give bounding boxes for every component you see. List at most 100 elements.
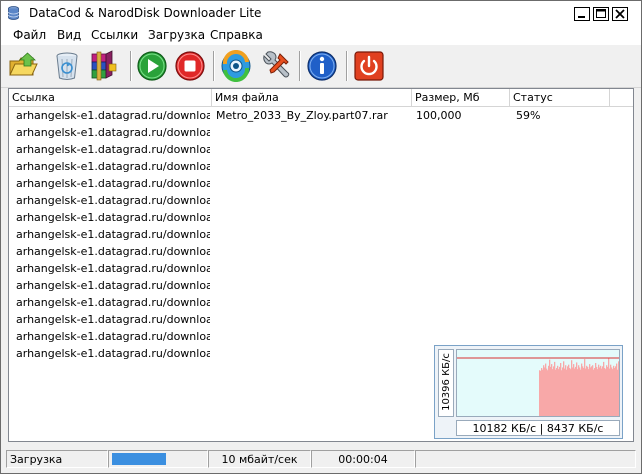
column-header-size[interactable]: Размер, Мб [412,89,510,106]
menu-download[interactable]: Загрузка [148,28,205,42]
cell-filename [216,311,410,328]
table-row[interactable]: arhangelsk-e1.datagrad.ru/download/... [9,226,633,243]
cell-filename [216,294,410,311]
cell-size [416,243,508,260]
toolbar-separator [299,51,301,81]
cell-link: arhangelsk-e1.datagrad.ru/download/... [16,347,210,360]
table-row[interactable]: arhangelsk-e1.datagrad.ru/download/... [9,158,633,175]
cell-link: arhangelsk-e1.datagrad.ru/download/... [16,177,210,190]
table-row[interactable]: arhangelsk-e1.datagrad.ru/download/... [9,209,633,226]
progress-bar [108,450,208,468]
cell-link: arhangelsk-e1.datagrad.ru/download/... [16,143,210,156]
table-row[interactable]: arhangelsk-e1.datagrad.ru/download/... [9,124,633,141]
open-button[interactable] [7,50,39,82]
cell-filename: Metro_2033_By_Zloy.part07.rar [216,109,388,122]
table-row[interactable]: arhangelsk-e1.datagrad.ru/download/... [9,260,633,277]
cell-filename [216,277,410,294]
speed-graph: 10396 КБ/с 10182 КБ/с | 8437 КБ/с [434,345,623,439]
minimize-icon [578,16,585,18]
cell-filename [216,226,410,243]
window-title: DataCod & NarodDisk Downloader Lite [29,6,262,20]
cell-link: arhangelsk-e1.datagrad.ru/download/... [16,228,210,241]
table-row[interactable]: arhangelsk-e1.datagrad.ru/download/... [9,175,633,192]
archive-button[interactable] [87,50,119,82]
maximize-icon [596,9,606,18]
settings-button[interactable] [260,50,292,82]
cell-link: arhangelsk-e1.datagrad.ru/download/... [16,194,210,207]
cell-status [516,226,608,243]
recycle-bin-icon [56,52,78,80]
cell-status [516,243,608,260]
menu-help[interactable]: Справка [210,28,263,42]
graph-y-axis: 10396 КБ/с [438,349,454,417]
cell-size: 100,000 [416,109,462,122]
menu-file[interactable]: Файл [13,28,46,42]
column-header-link[interactable]: Ссылка [9,89,212,106]
cell-size [416,294,508,311]
toolbar-separator [346,51,348,81]
title-bar[interactable]: DataCod & NarodDisk Downloader Lite [1,1,641,25]
menu-links[interactable]: Ссылки [91,28,138,42]
cell-link: arhangelsk-e1.datagrad.ru/download/... [16,313,210,326]
exit-button[interactable] [353,50,385,82]
cell-filename [216,209,410,226]
cell-filename [216,141,410,158]
cell-size [416,328,508,345]
status-elapsed-time: 00:00:04 [311,450,415,468]
cell-size [416,226,508,243]
toolbar-separator [213,51,215,81]
table-row[interactable]: arhangelsk-e1.datagrad.ru/download/... [9,141,633,158]
cell-link: arhangelsk-e1.datagrad.ru/download/... [16,160,210,173]
maximize-button[interactable] [593,7,609,21]
status-extra-panel [415,450,636,468]
table-row[interactable]: arhangelsk-e1.datagrad.ru/download/... [9,328,633,345]
clear-button[interactable] [51,50,83,82]
cell-status [516,277,608,294]
cell-size [416,209,508,226]
start-button[interactable] [136,50,168,82]
archive-icon [91,50,117,81]
toolbar [1,45,641,88]
table-row[interactable]: arhangelsk-e1.datagrad.ru/download/... [9,294,633,311]
list-header: Ссылка Имя файла Размер, Мб Статус [9,89,633,107]
cell-link: arhangelsk-e1.datagrad.ru/download/... [16,211,210,224]
cell-filename [216,243,410,260]
cell-status [516,175,608,192]
cell-status [516,209,608,226]
graph-max-speed-label: 10396 КБ/с [441,353,452,411]
cell-size [416,158,508,175]
table-row[interactable]: arhangelsk-e1.datagrad.ru/download/... Me… [9,107,633,124]
table-row[interactable]: arhangelsk-e1.datagrad.ru/download/... [9,277,633,294]
download-list[interactable]: Ссылка Имя файла Размер, Мб Статус arhan… [8,88,634,442]
menu-bar: Файл Вид Ссылки Загрузка Справка [1,25,641,45]
cell-link: arhangelsk-e1.datagrad.ru/download/... [16,245,210,258]
table-row[interactable]: arhangelsk-e1.datagrad.ru/download/... [9,311,633,328]
about-button[interactable] [306,50,338,82]
menu-view[interactable]: Вид [57,28,81,42]
column-header-status[interactable]: Статус [510,89,610,106]
close-icon [615,9,625,19]
cell-filename [216,175,410,192]
column-header-filename[interactable]: Имя файла [212,89,412,106]
cell-link: arhangelsk-e1.datagrad.ru/download/... [16,126,210,139]
cell-status [516,328,608,345]
cell-status: 59% [516,109,541,122]
table-row[interactable]: arhangelsk-e1.datagrad.ru/download/... [9,192,633,209]
cell-size [416,141,508,158]
cell-filename [216,124,410,141]
settings-tools-icon [263,51,290,78]
cell-link: arhangelsk-e1.datagrad.ru/download/... [16,296,210,309]
database-app-icon [8,6,19,20]
refresh-button[interactable] [220,49,252,83]
open-folder-icon [9,52,38,76]
status-bar: Загрузка 10 мбайт/сек 00:00:04 [1,448,641,471]
cell-size [416,260,508,277]
cell-filename [216,158,410,175]
minimize-button[interactable] [574,7,590,21]
table-row[interactable]: arhangelsk-e1.datagrad.ru/download/... [9,243,633,260]
stop-button[interactable] [174,50,206,82]
cell-filename [216,345,410,362]
cell-status [516,158,608,175]
close-button[interactable] [612,7,628,21]
cell-filename [216,328,410,345]
